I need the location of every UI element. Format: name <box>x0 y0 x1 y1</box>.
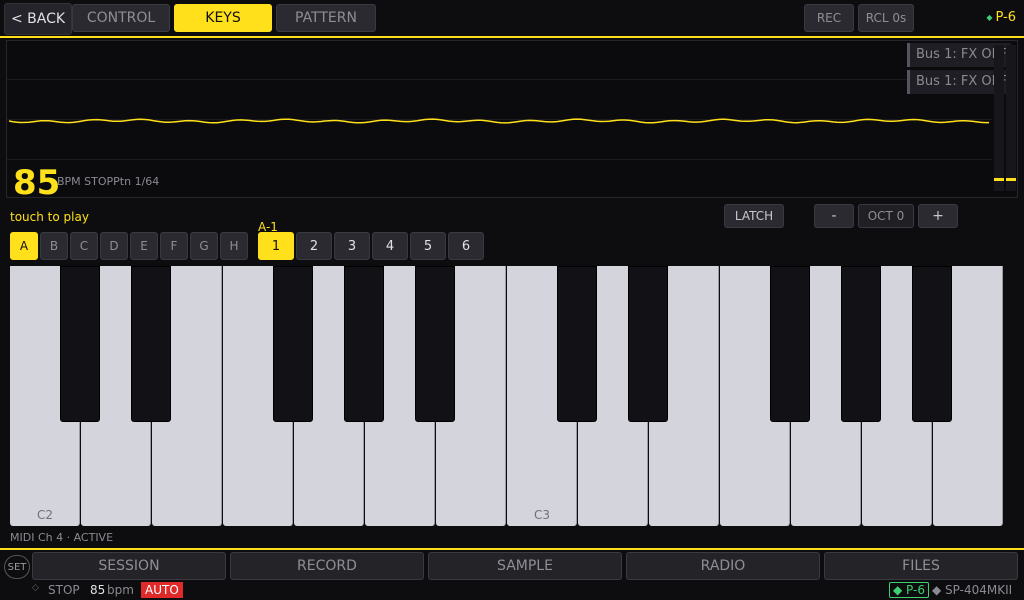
waveform-graph <box>9 118 989 124</box>
black-key[interactable] <box>770 266 810 422</box>
nav-files[interactable]: FILES <box>824 552 1018 580</box>
auto-badge[interactable]: AUTO <box>141 582 183 598</box>
status-bpm-unit: bpm <box>107 583 134 597</box>
top-bar: < BACK CONTROL KEYS PATTERN REC RCL 0s ◆… <box>0 0 1024 38</box>
bank-button-g[interactable]: G <box>190 232 218 260</box>
transport-status: STOP <box>48 583 80 597</box>
pad-number-3[interactable]: 3 <box>334 232 370 260</box>
touch-hint: touch to play <box>10 210 89 224</box>
octave-up-button[interactable]: + <box>918 204 958 228</box>
divider <box>0 548 1024 550</box>
gridline <box>7 159 992 160</box>
pad-number-5[interactable]: 5 <box>410 232 446 260</box>
black-key[interactable] <box>344 266 384 422</box>
nav-session[interactable]: SESSION <box>32 552 226 580</box>
device-diamond-icon: ◆ <box>932 583 946 597</box>
piano-keyboard: C2 C3 <box>10 266 1004 526</box>
bank-button-d[interactable]: D <box>100 232 128 260</box>
level-meter-right <box>1006 45 1016 191</box>
level-indicator <box>994 178 1004 181</box>
bank-button-b[interactable]: B <box>40 232 68 260</box>
bank-button-c[interactable]: C <box>70 232 98 260</box>
nav-record[interactable]: RECORD <box>230 552 424 580</box>
level-meter-left <box>994 45 1004 191</box>
pad-number-1[interactable]: 1 <box>258 232 294 260</box>
bank-button-e[interactable]: E <box>130 232 158 260</box>
settings-button[interactable]: SET <box>4 555 30 579</box>
recall-button[interactable]: RCL 0s <box>858 4 914 32</box>
status-dot-icon: ◆ <box>986 13 993 22</box>
status-bpm: 85 <box>90 583 106 597</box>
pad-number-4[interactable]: 4 <box>372 232 408 260</box>
waveform-line <box>9 118 989 124</box>
pad-number-6[interactable]: 6 <box>448 232 484 260</box>
black-key[interactable] <box>415 266 455 422</box>
octave-down-button[interactable]: - <box>814 204 854 228</box>
black-key[interactable] <box>273 266 313 422</box>
waveform-panel: 85 BPM STOPPtn 1/64 Bus 1: FX OFF Bus 1:… <box>6 40 1018 203</box>
back-button[interactable]: < BACK <box>4 3 72 35</box>
key-label: C2 <box>36 508 53 522</box>
black-key[interactable] <box>628 266 668 422</box>
black-key[interactable] <box>131 266 171 422</box>
pad-indicator: ◆ P-6 <box>986 10 1016 25</box>
pad-number-2[interactable]: 2 <box>296 232 332 260</box>
device-label: SP-404MKII <box>945 583 1013 597</box>
black-key[interactable] <box>912 266 952 422</box>
nav-sample[interactable]: SAMPLE <box>428 552 622 580</box>
bpm-value: 85 <box>13 163 61 203</box>
status-pad-badge: ◆ P-6 <box>889 582 929 598</box>
pad-indicator-label: P-6 <box>995 10 1016 25</box>
key-label: C3 <box>533 508 550 522</box>
bank-button-a[interactable]: A <box>10 232 38 260</box>
status-bar: ◇ STOP 85 bpm AUTO ◆ P-6 ◆ SP-404MKII <box>0 582 1024 600</box>
tab-keys[interactable]: KEYS <box>174 4 272 32</box>
gridline <box>7 79 992 80</box>
bank-button-h[interactable]: H <box>220 232 248 260</box>
latch-button[interactable]: LATCH <box>724 204 784 228</box>
midi-status: MIDI Ch 4 · ACTIVE <box>10 531 114 544</box>
device-name: ◆ SP-404MKII <box>932 583 1012 597</box>
pad-dot-icon: ◆ <box>893 583 907 597</box>
rec-button[interactable]: REC <box>804 4 854 32</box>
tab-pattern[interactable]: PATTERN <box>276 4 376 32</box>
black-key[interactable] <box>60 266 100 422</box>
transport-dot-icon: ◇ <box>32 583 39 593</box>
bpm-meta: BPM STOPPtn 1/64 <box>57 175 160 188</box>
status-pad-label: P-6 <box>906 583 925 597</box>
nav-radio[interactable]: RADIO <box>626 552 820 580</box>
black-key[interactable] <box>557 266 597 422</box>
black-key[interactable] <box>841 266 881 422</box>
octave-label: OCT 0 <box>858 204 914 228</box>
level-indicator <box>1006 178 1016 181</box>
tab-control[interactable]: CONTROL <box>72 4 170 32</box>
bank-button-f[interactable]: F <box>160 232 188 260</box>
